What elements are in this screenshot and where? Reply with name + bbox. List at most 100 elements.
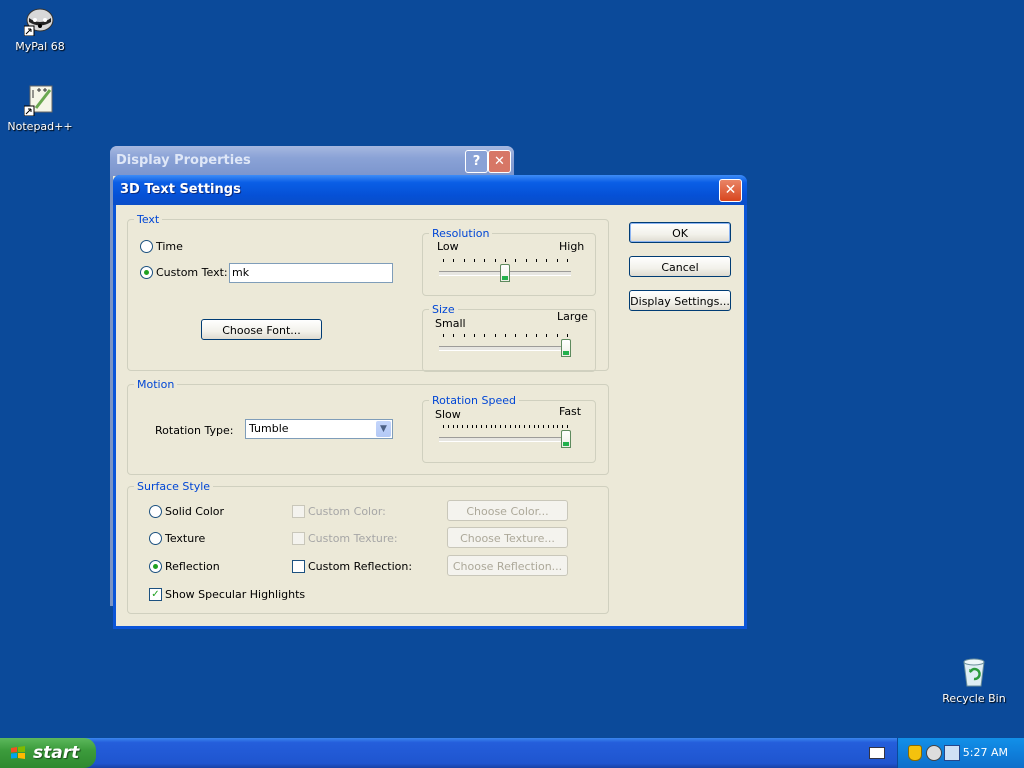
slider-tick (515, 334, 516, 337)
slider-tick (529, 425, 530, 428)
slider-tick (526, 334, 527, 337)
desktop-icon-label: Recycle Bin (942, 692, 1006, 705)
slider-track (439, 437, 571, 442)
custom-color-label: Custom Color: (308, 505, 386, 518)
custom-text-input[interactable]: mk (229, 263, 393, 283)
choose-color-button[interactable]: Choose Color... (447, 500, 568, 521)
slider-tick (505, 425, 506, 428)
close-button[interactable]: ✕ (488, 150, 511, 173)
motion-legend: Motion (137, 378, 175, 391)
help-button[interactable]: ? (465, 150, 488, 173)
slider-tick (453, 259, 454, 262)
slider-tick (474, 259, 475, 262)
slider-thumb[interactable] (561, 339, 571, 357)
close-button[interactable]: ✕ (719, 179, 742, 202)
desktop-icon-recycle-bin[interactable]: Recycle Bin (934, 656, 1014, 705)
size-slider[interactable] (439, 332, 571, 362)
slider-thumb[interactable] (561, 430, 571, 448)
slider-tick (443, 425, 444, 428)
recycle-bin-icon (958, 656, 990, 688)
windows-flag-icon (11, 746, 25, 759)
slider-tick (486, 425, 487, 428)
reflection-label[interactable]: Reflection (165, 560, 220, 573)
cancel-button[interactable]: Cancel (629, 256, 731, 277)
custom-texture-checkbox[interactable] (292, 532, 305, 545)
custom-texture-label: Custom Texture: (308, 532, 398, 545)
slider-tick (557, 259, 558, 262)
notepad-plus-plus-icon (23, 84, 56, 117)
slider-tick (484, 334, 485, 337)
desktop-icon-mypal[interactable]: MyPal 68 (0, 4, 80, 53)
slider-tick (453, 334, 454, 337)
slider-thumb[interactable] (500, 264, 510, 282)
choose-reflection-button[interactable]: Choose Reflection... (447, 555, 568, 576)
slider-tick (464, 259, 465, 262)
taskbar: start 5:27 AM (0, 738, 1024, 768)
choose-texture-button[interactable]: Choose Texture... (447, 527, 568, 548)
solid-color-radio[interactable] (149, 505, 162, 518)
custom-text-radio[interactable] (140, 266, 153, 279)
solid-color-label[interactable]: Solid Color (165, 505, 224, 518)
slider-tick (567, 259, 568, 262)
slider-tick (515, 259, 516, 262)
window-title: Display Properties (110, 146, 514, 176)
keyboard-icon[interactable] (869, 747, 885, 759)
rotation-speed-slider[interactable] (439, 423, 571, 453)
show-specular-checkbox[interactable]: ✓ (149, 588, 162, 601)
texture-radio[interactable] (149, 532, 162, 545)
desktop-icon-label: Notepad++ (7, 120, 73, 133)
custom-color-checkbox[interactable] (292, 505, 305, 518)
slider-tick (472, 425, 473, 428)
show-specular-label[interactable]: Show Specular Highlights (165, 588, 305, 601)
time-radio[interactable] (140, 240, 153, 253)
size-legend: Size (432, 303, 455, 316)
slider-tick (495, 334, 496, 337)
tray-app-icon[interactable] (926, 745, 942, 761)
slider-tick (526, 259, 527, 262)
rotation-speed-legend: Rotation Speed (432, 394, 516, 407)
time-label[interactable]: Time (156, 240, 183, 253)
network-icon[interactable] (944, 745, 960, 761)
custom-reflection-label[interactable]: Custom Reflection: (308, 560, 412, 573)
display-settings-button[interactable]: Display Settings... (629, 290, 731, 311)
slider-tick (464, 334, 465, 337)
slider-tick (481, 425, 482, 428)
custom-reflection-checkbox[interactable] (292, 560, 305, 573)
chevron-down-icon[interactable]: ▼ (376, 421, 391, 437)
texture-label[interactable]: Texture (165, 532, 205, 545)
slider-track (439, 346, 571, 351)
raccoon-icon (23, 4, 56, 37)
custom-text-label[interactable]: Custom Text: (156, 266, 228, 279)
slider-tick (534, 425, 535, 428)
slider-tick (557, 334, 558, 337)
ok-button[interactable]: OK (629, 222, 731, 243)
slider-tick (491, 425, 492, 428)
reflection-radio[interactable] (149, 560, 162, 573)
system-tray: 5:27 AM (897, 738, 1024, 768)
desktop-icon-notepadpp[interactable]: Notepad++ (0, 84, 80, 133)
slider-tick (457, 425, 458, 428)
slider-tick (557, 425, 558, 428)
slider-tick (510, 425, 511, 428)
resolution-legend: Resolution (432, 227, 490, 240)
start-button[interactable]: start (0, 738, 96, 768)
slider-tick (505, 259, 506, 262)
rotation-type-value: Tumble (249, 422, 289, 435)
security-shield-icon[interactable] (908, 745, 922, 761)
desktop-icon-label: MyPal 68 (15, 40, 65, 53)
slider-tick (543, 425, 544, 428)
slider-tick (495, 425, 496, 428)
slider-tick (536, 259, 537, 262)
resolution-slider[interactable] (439, 257, 571, 287)
rotation-type-label: Rotation Type: (155, 424, 234, 437)
slider-tick (484, 259, 485, 262)
slider-tick (515, 425, 516, 428)
text-group-legend: Text (137, 213, 160, 226)
slider-tick (524, 425, 525, 428)
slider-tick (474, 334, 475, 337)
slider-tick (505, 334, 506, 337)
choose-font-button[interactable]: Choose Font... (201, 319, 322, 340)
slider-tick (519, 425, 520, 428)
slider-tick (536, 334, 537, 337)
rotation-type-select[interactable]: Tumble ▼ (245, 419, 393, 439)
